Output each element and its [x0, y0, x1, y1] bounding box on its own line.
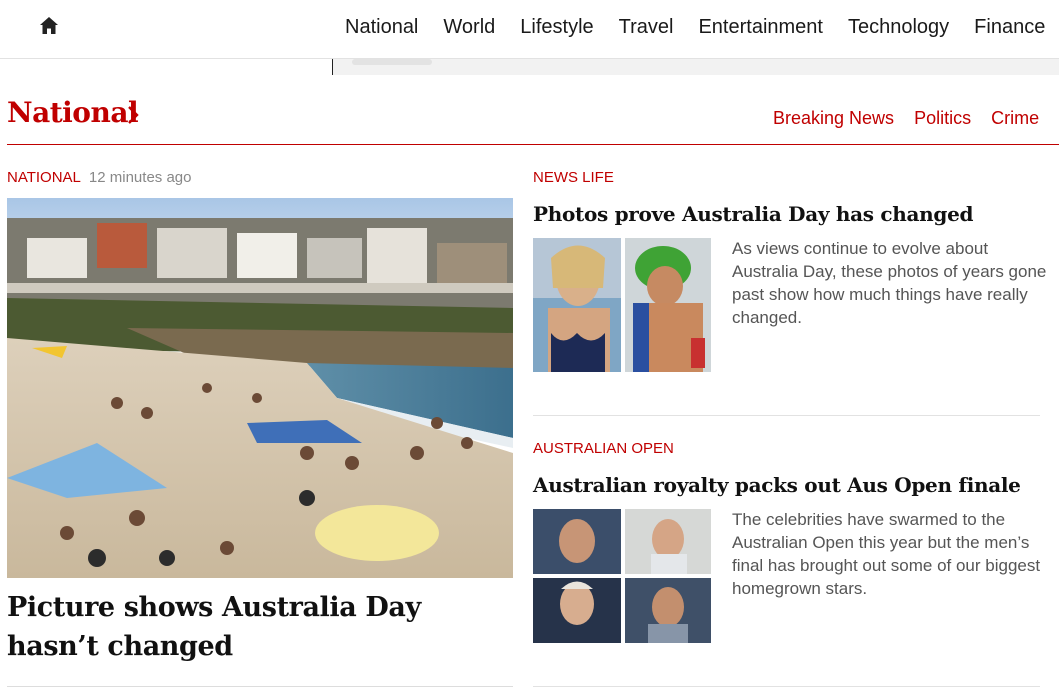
side-story-1-photo — [533, 238, 711, 372]
top-navigation: National World Lifestyle Travel Entertai… — [0, 0, 1059, 59]
side-story-1-summary: As views continue to evolve about Austra… — [732, 239, 1047, 327]
nav-link-entertainment[interactable]: Entertainment — [698, 14, 823, 40]
beach-photo — [7, 198, 513, 578]
side-story-2-thumbnail[interactable] — [533, 509, 711, 643]
section-sublinks: Breaking News Politics Crime C — [773, 108, 1059, 129]
side-story-2-summary: The celebrities have swarmed to the Aust… — [732, 510, 1041, 598]
side-story-1-thumbnail[interactable] — [533, 238, 711, 372]
nav-link-travel[interactable]: Travel — [619, 14, 674, 40]
nav-link-world[interactable]: World — [443, 14, 495, 40]
sublink-crime[interactable]: Crime — [991, 108, 1039, 129]
nav-link-lifestyle[interactable]: Lifestyle — [520, 14, 593, 40]
side-story-1-kicker[interactable]: NEWS LIFE — [533, 169, 614, 186]
side-story-2-headline[interactable]: Australian royalty packs out Aus Open fi… — [533, 473, 1021, 497]
main-story-meta: NATIONAL 12 minutes ago — [7, 169, 191, 187]
nav-link-technology[interactable]: Technology — [848, 14, 949, 40]
side-story-2-photo — [533, 509, 711, 643]
main-story-divider — [7, 686, 513, 687]
side-story-divider-bottom — [533, 686, 1040, 687]
side-story-divider — [533, 415, 1040, 416]
section-title[interactable]: National — [7, 96, 139, 129]
home-icon[interactable] — [37, 14, 61, 38]
nav-link-finance[interactable]: Finance — [974, 14, 1045, 40]
sublink-politics[interactable]: Politics — [914, 108, 971, 129]
sublink-breaking-news[interactable]: Breaking News — [773, 108, 894, 129]
main-story-timestamp: 12 minutes ago — [88, 169, 192, 186]
side-story-1-headline[interactable]: Photos prove Australia Day has changed — [533, 202, 973, 226]
main-story-headline[interactable]: Picture shows Australia Day hasn’t chang… — [7, 588, 507, 666]
chevron-right-icon[interactable] — [124, 104, 142, 126]
main-story-image[interactable] — [7, 198, 513, 578]
main-story-kicker[interactable]: NATIONAL — [7, 169, 81, 186]
nav-link-national[interactable]: National — [345, 14, 418, 40]
sub-header-ghost-text — [352, 59, 432, 65]
section-divider — [7, 144, 1059, 145]
nav-links: National World Lifestyle Travel Entertai… — [345, 14, 1059, 40]
side-story-2-kicker[interactable]: AUSTRALIAN OPEN — [533, 440, 674, 457]
sub-header-strip — [332, 59, 1059, 75]
